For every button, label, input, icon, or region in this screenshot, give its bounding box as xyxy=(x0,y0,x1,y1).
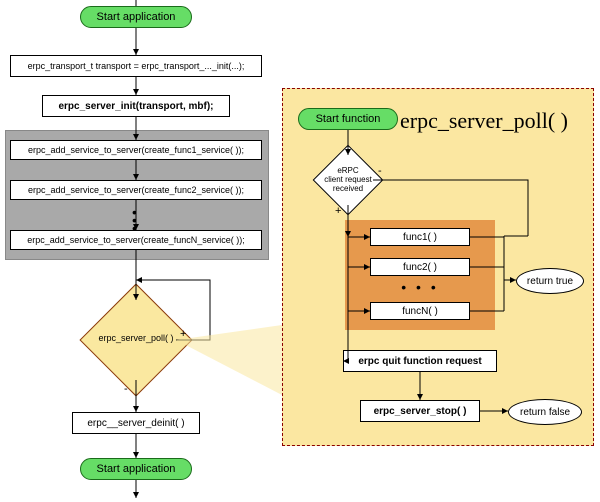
return-true: return true xyxy=(516,268,584,294)
add-service-n: erpc_add_service_to_server(create_funcN_… xyxy=(10,230,262,250)
server-init-label: erpc_server_init(transport, mbf); xyxy=(58,101,213,112)
func2-label: func2( ) xyxy=(403,262,437,273)
end-label: Start application xyxy=(97,463,176,475)
poll-decision xyxy=(79,283,192,396)
func2-call: func2( ) xyxy=(370,258,470,276)
add-service-2-label: erpc_add_service_to_server(create_func2_… xyxy=(28,185,244,195)
server-stop-label: erpc_server_stop( ) xyxy=(374,406,467,417)
poll-plus: + xyxy=(180,328,186,340)
req-plus: + xyxy=(335,205,341,217)
add-service-1-label: erpc_add_service_to_server(create_func1_… xyxy=(28,145,244,155)
start-function: Start function xyxy=(298,108,398,130)
quit-function-request: erpc quit function request xyxy=(343,350,497,372)
start-label: Start application xyxy=(97,11,176,23)
req-minus: - xyxy=(378,165,382,177)
func1-label: func1( ) xyxy=(403,232,437,243)
funcn-label: funcN( ) xyxy=(402,306,438,317)
return-false: return false xyxy=(508,399,582,425)
poll-detail-title: erpc_server_poll( ) xyxy=(400,108,568,134)
start-application-top: Start application xyxy=(80,6,192,28)
return-true-label: return true xyxy=(527,276,573,287)
end-application: Start application xyxy=(80,458,192,480)
add-service-2: erpc_add_service_to_server(create_func2_… xyxy=(10,180,262,200)
func1-call: func1( ) xyxy=(370,228,470,246)
server-deinit-label: erpc__server_deinit( ) xyxy=(87,418,184,429)
server-stop-step: erpc_server_stop( ) xyxy=(360,400,480,422)
quit-label: erpc quit function request xyxy=(358,356,481,367)
funcn-call: funcN( ) xyxy=(370,302,470,320)
transport-init-label: erpc_transport_t transport = erpc_transp… xyxy=(28,61,245,71)
return-false-label: return false xyxy=(520,407,570,418)
server-deinit-step: erpc__server_deinit( ) xyxy=(72,412,200,434)
add-service-n-label: erpc_add_service_to_server(create_funcN_… xyxy=(27,235,245,245)
transport-init-step: erpc_transport_t transport = erpc_transp… xyxy=(10,55,262,77)
server-init-step: erpc_server_init(transport, mbf); xyxy=(42,95,230,117)
dots-funcs: • • • xyxy=(410,283,430,291)
add-service-1: erpc_add_service_to_server(create_func1_… xyxy=(10,140,262,160)
poll-minus: - xyxy=(124,383,128,395)
start-function-label: Start function xyxy=(316,113,381,125)
dots-services: ••• xyxy=(126,208,146,232)
